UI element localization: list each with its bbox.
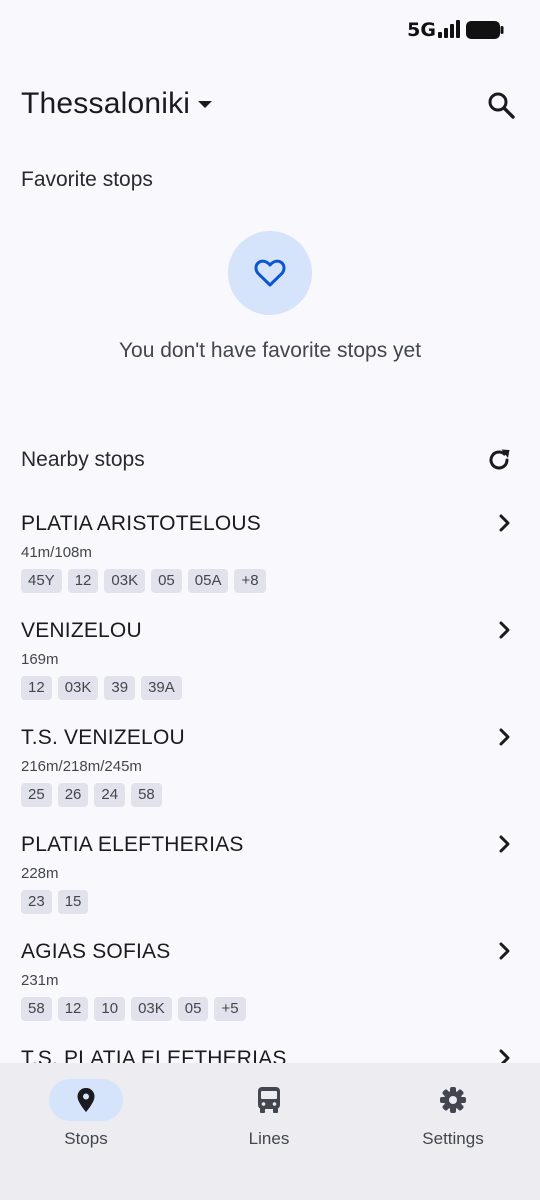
stop-name: AGIAS SOFIAS <box>21 940 171 963</box>
line-chips: 58 12 10 03K 05 +5 <box>21 997 246 1021</box>
bus-icon <box>258 1087 280 1113</box>
search-icon[interactable] <box>486 90 516 120</box>
line-chip[interactable]: 10 <box>94 997 126 1021</box>
stop-distance: 169m <box>21 651 59 668</box>
status-bar: 5G <box>0 0 540 60</box>
nav-label-lines: Lines <box>248 1129 290 1148</box>
line-chip[interactable]: 26 <box>57 783 89 807</box>
nav-item-stops[interactable]: Stops <box>26 1079 146 1169</box>
line-chips: 25 26 24 58 <box>21 783 162 807</box>
stop-list-item[interactable]: PLATIA ELEFTHERIAS 228m 23 15 <box>0 821 540 928</box>
chevron-right-icon <box>499 942 510 960</box>
stop-name: PLATIA ELEFTHERIAS <box>21 833 244 856</box>
nav-icon-container <box>416 1079 490 1121</box>
line-chip[interactable]: +5 <box>214 997 246 1021</box>
chevron-right-icon <box>499 1049 510 1063</box>
stop-distance: 231m <box>21 972 59 989</box>
line-chip[interactable]: 05 <box>177 997 209 1021</box>
stop-name: VENIZELOU <box>21 619 142 642</box>
nav-active-indicator <box>49 1079 123 1121</box>
line-chip[interactable]: 12 <box>21 676 52 700</box>
chevron-right-icon <box>499 835 510 853</box>
stop-name: T.S. PLATIA ELEFTHERIAS <box>21 1047 287 1063</box>
favorite-stops-title: Favorite stops <box>21 168 153 191</box>
city-name: Thessaloniki <box>21 87 191 120</box>
stop-list-item[interactable]: VENIZELOU 169m 12 03K 39 39A <box>0 607 540 714</box>
stop-list-item[interactable]: AGIAS SOFIAS 231m 58 12 10 03K 05 +5 <box>0 928 540 1035</box>
nav-label-settings: Settings <box>422 1129 484 1148</box>
chevron-right-icon <box>499 514 510 532</box>
app-root: 5G Thessaloniki Favorite stops You don't… <box>0 0 540 1200</box>
line-chip[interactable]: 24 <box>94 783 126 807</box>
stop-distance: 216m/218m/245m <box>21 758 142 775</box>
nav-item-lines[interactable]: Lines <box>209 1079 329 1169</box>
line-chip[interactable]: 03K <box>104 569 146 593</box>
line-chip[interactable]: 39A <box>141 676 182 700</box>
line-chip[interactable]: 03K <box>57 676 99 700</box>
nav-icon-container <box>232 1079 306 1121</box>
signal-icon <box>438 20 460 38</box>
top-app-bar: Thessaloniki <box>0 80 540 128</box>
gear-icon <box>440 1087 466 1113</box>
stop-distance: 228m <box>21 865 59 882</box>
location-pin-icon <box>77 1088 95 1112</box>
nearby-stops-list: PLATIA ARISTOTELOUS 41m/108m 45Y 12 03K 05 05A… <box>0 500 540 1063</box>
line-chips: 23 15 <box>21 890 89 914</box>
bottom-navigation: Stops Lines Settings <box>0 1063 540 1200</box>
chevron-right-icon <box>499 728 510 746</box>
nav-item-settings[interactable]: Settings <box>393 1079 513 1169</box>
battery-icon <box>466 21 504 39</box>
stop-name: T.S. VENIZELOU <box>21 726 185 749</box>
stop-distance: 41m/108m <box>21 544 92 561</box>
stop-name: PLATIA ARISTOTELOUS <box>21 512 261 535</box>
line-chip[interactable]: 25 <box>21 783 52 807</box>
network-type: 5G <box>407 19 436 41</box>
line-chip[interactable]: +8 <box>234 569 266 593</box>
favorites-empty-message: You don't have favorite stops yet <box>118 339 422 362</box>
line-chip[interactable]: 12 <box>67 569 99 593</box>
line-chip[interactable]: 58 <box>21 997 52 1021</box>
nearby-stops-title: Nearby stops <box>21 448 145 471</box>
line-chip[interactable]: 03K <box>131 997 172 1021</box>
line-chip[interactable]: 58 <box>131 783 162 807</box>
line-chip[interactable]: 12 <box>57 997 89 1021</box>
line-chip[interactable]: 05 <box>151 569 182 593</box>
city-selector[interactable]: Thessaloniki <box>21 84 213 124</box>
line-chip[interactable]: 15 <box>57 890 89 914</box>
stop-list-item[interactable]: T.S. VENIZELOU 216m/218m/245m 25 26 24 58 <box>0 714 540 821</box>
line-chips: 45Y 12 03K 05 05A +8 <box>21 569 266 593</box>
line-chip[interactable]: 05A <box>187 569 229 593</box>
heart-outline-icon <box>254 259 286 287</box>
line-chip[interactable]: 39 <box>104 676 136 700</box>
chevron-right-icon <box>499 621 510 639</box>
stop-list-item[interactable]: T.S. PLATIA ELEFTHERIAS <box>0 1035 540 1063</box>
line-chip[interactable]: 23 <box>21 890 52 914</box>
dropdown-arrow-icon <box>198 100 213 108</box>
line-chips: 12 03K 39 39A <box>21 676 182 700</box>
stop-list-item[interactable]: PLATIA ARISTOTELOUS 41m/108m 45Y 12 03K 05 05A… <box>0 500 540 607</box>
nav-label-stops: Stops <box>64 1129 108 1148</box>
refresh-icon[interactable] <box>486 447 512 473</box>
favorites-empty-illustration <box>228 231 312 315</box>
line-chip[interactable]: 45Y <box>21 569 62 593</box>
